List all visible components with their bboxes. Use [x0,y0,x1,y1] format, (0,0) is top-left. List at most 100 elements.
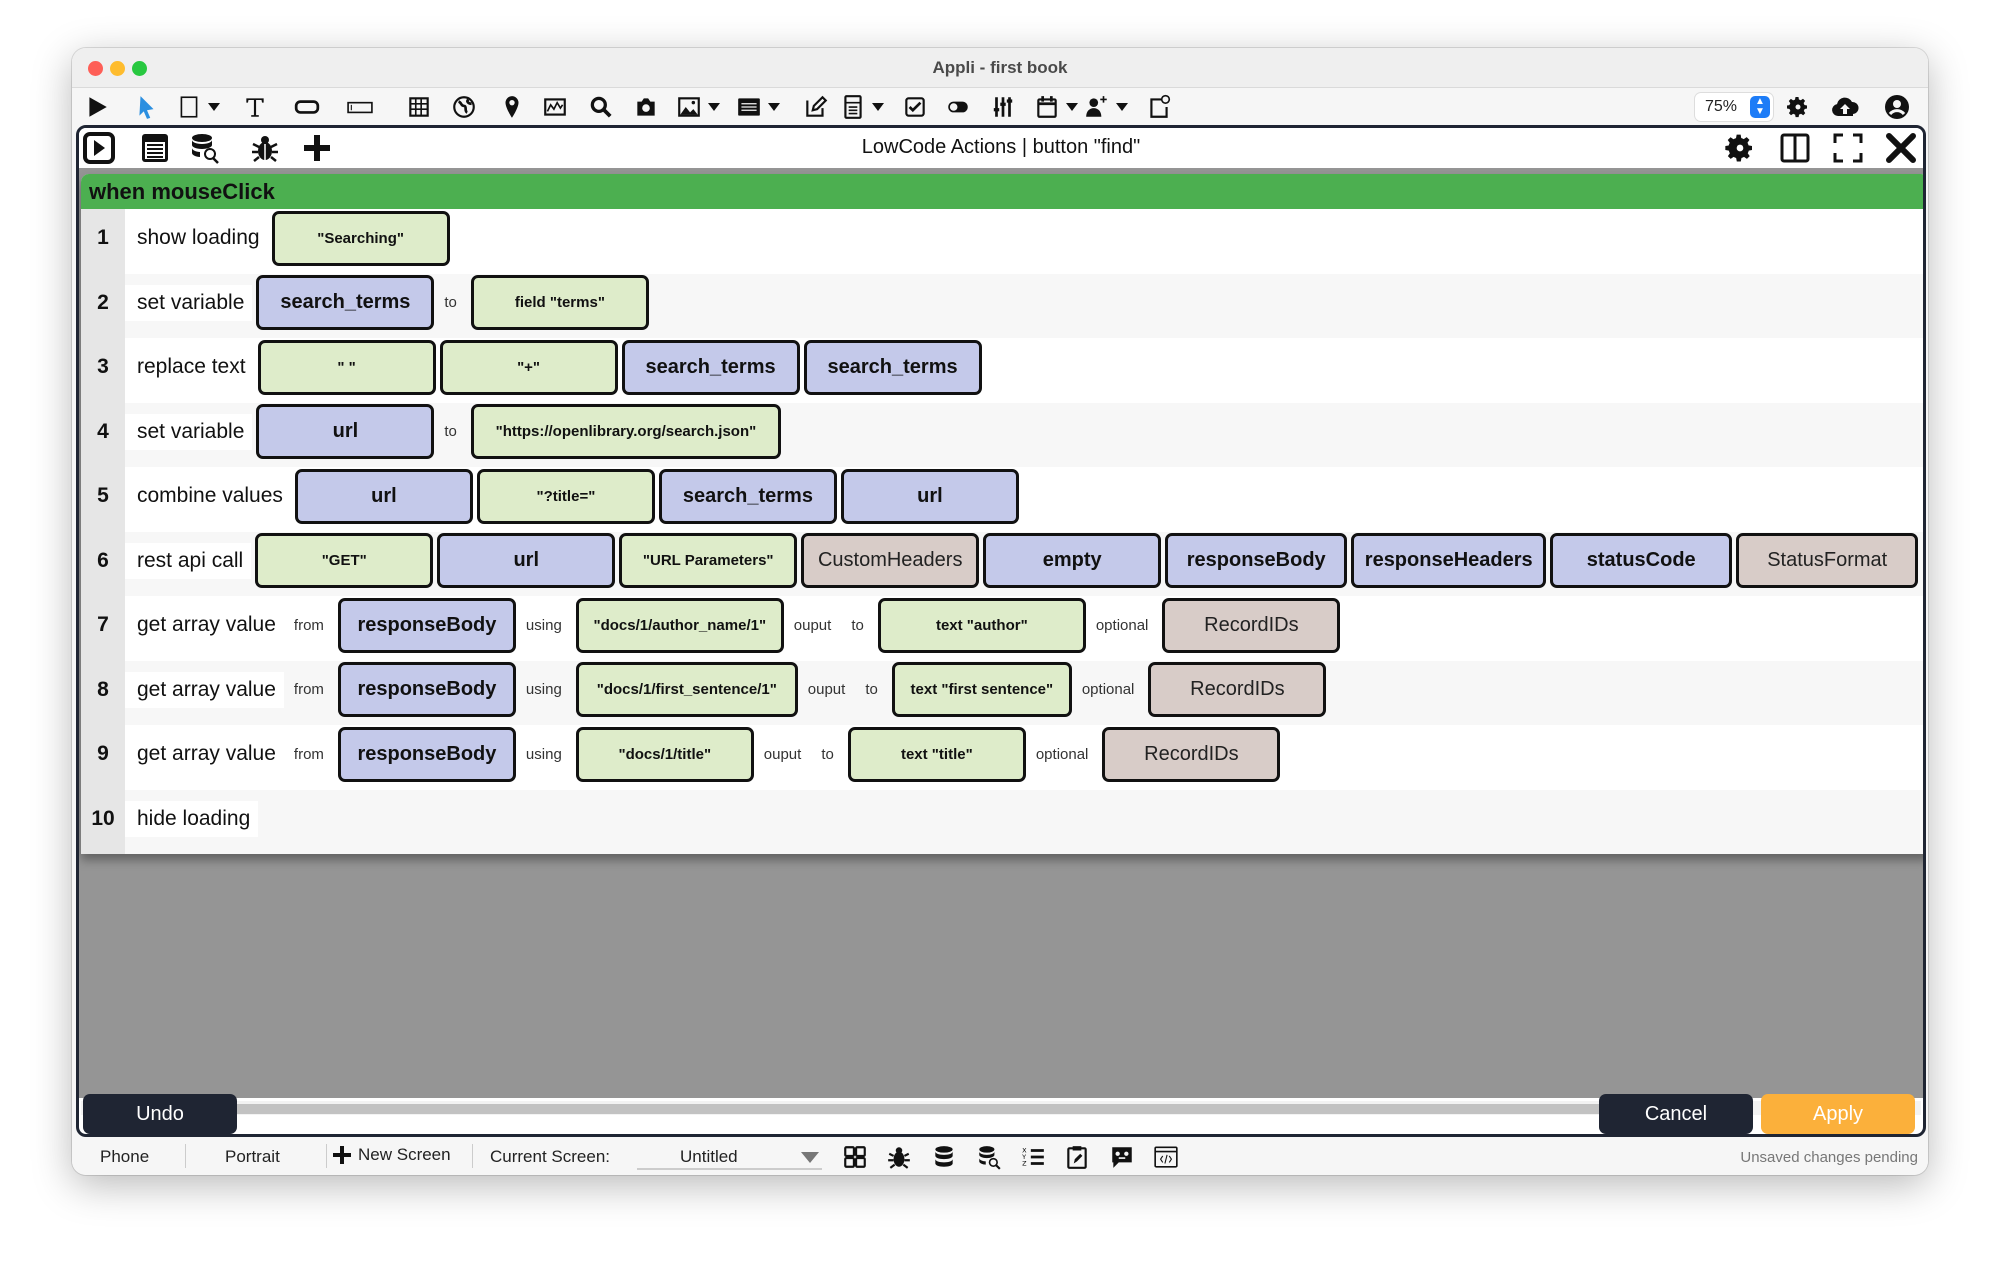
variable-block[interactable]: responseBody [337,662,516,718]
calendar-tool[interactable] [1034,93,1078,121]
split-view-icon[interactable] [1779,132,1811,164]
variable-block[interactable]: search_terms [658,468,837,524]
new-screen-button[interactable]: New Screen [332,1145,451,1165]
caret-down-icon[interactable] [1066,103,1078,111]
edit-tool[interactable] [803,93,829,121]
code-window-icon[interactable] [1153,1144,1179,1170]
keyword-label: ouput [793,616,832,634]
checkbox-tool[interactable] [902,93,928,121]
globe-tool[interactable] [451,93,477,121]
rectangle-tool[interactable] [176,93,220,121]
sliders-tool[interactable] [990,93,1016,121]
toggle-tool[interactable] [945,93,971,121]
chat-bot-icon[interactable] [1109,1144,1135,1170]
apply-button[interactable]: Apply [1761,1094,1915,1134]
orientation-selector[interactable]: Portrait [225,1147,280,1167]
edit-icon [806,95,828,117]
account-icon[interactable] [1884,93,1910,121]
action-row[interactable]: 8 get array value from responseBody using "do… [81,660,1923,725]
play-tool[interactable] [84,93,110,121]
literal-block[interactable]: "?title=" [476,468,655,524]
scrollbar-thumb[interactable] [85,1104,1740,1114]
literal-block[interactable]: "docs/1/title" [575,726,754,782]
variable-block[interactable]: responseBody [337,597,516,653]
optional-block[interactable]: StatusFormat [1736,533,1919,589]
close-icon[interactable] [1885,132,1917,164]
action-row[interactable]: 7 get array value from responseBody using "do… [81,596,1923,661]
optional-block[interactable]: CustomHeaders [801,533,980,589]
variable-block[interactable]: search_terms [803,339,982,395]
gear-icon[interactable] [1724,132,1756,164]
variable-block[interactable]: statusCode [1550,533,1733,589]
action-row[interactable]: 3 replace text " " "+" search_terms search_te… [81,338,1923,403]
variable-block[interactable]: empty [983,533,1162,589]
search-tool[interactable] [588,93,614,121]
action-row[interactable]: 10 hide loading [81,789,1923,854]
variable-block[interactable]: responseBody [1165,533,1348,589]
list-tool[interactable] [736,93,780,121]
literal-block[interactable]: text "author" [877,597,1086,653]
database-icon[interactable] [931,1144,957,1170]
literal-block[interactable]: "docs/1/author_name/1" [575,597,784,653]
image-tool[interactable] [676,93,720,121]
variable-block[interactable]: search_terms [621,339,800,395]
cloud-upload-icon[interactable] [1830,93,1860,121]
camera-tool[interactable] [633,93,659,121]
pointer-tool[interactable] [134,93,160,121]
zoom-select[interactable]: 75% ▲ ▼ [1695,93,1773,121]
caret-down-icon[interactable] [708,103,720,111]
variable-block[interactable]: url [294,468,473,524]
literal-block[interactable]: " " [257,339,436,395]
input-field-tool[interactable] [347,93,373,121]
table-grid-tool[interactable] [406,93,432,121]
current-screen-select[interactable]: Untitled [637,1142,822,1170]
database-search-icon[interactable] [976,1144,1002,1170]
text-tool[interactable] [242,93,268,121]
action-row[interactable]: 4 set variable url to "https://openlibrary.o… [81,402,1923,467]
variable-block[interactable]: url [840,468,1019,524]
bug-icon[interactable] [886,1144,912,1170]
variable-block[interactable]: responseBody [337,726,516,782]
literal-block[interactable]: text "first sentence" [891,662,1072,718]
caret-down-icon[interactable] [872,103,884,111]
cancel-button[interactable]: Cancel [1599,1094,1753,1134]
caret-down-icon[interactable] [768,103,780,111]
notification-tool[interactable] [1146,93,1172,121]
sort-list-icon[interactable]: XYZ [1020,1144,1046,1170]
chart-tool[interactable] [542,93,568,121]
action-row[interactable]: 5 combine values url "?title=" search_terms u… [81,467,1923,532]
clipboard-edit-icon[interactable] [1064,1144,1090,1170]
action-row[interactable]: 2 set variable search_terms to field "terms" [81,273,1923,338]
components-grid-icon[interactable] [842,1144,868,1170]
action-row[interactable]: 6 rest api call "GET" url "URL Parameters" Cu… [81,531,1923,596]
caret-down-icon[interactable] [1116,103,1128,111]
map-pin-tool[interactable] [499,93,525,121]
literal-block[interactable]: "docs/1/first_sentence/1" [575,662,798,718]
button-shape-tool[interactable] [294,93,320,121]
add-user-tool[interactable] [1084,93,1128,121]
action-row[interactable]: 9 get array value from responseBody using "do… [81,725,1923,790]
literal-block[interactable]: "URL Parameters" [619,533,798,589]
variable-block[interactable]: url [437,533,616,589]
gear-icon[interactable] [1786,93,1810,121]
optional-block[interactable]: RecordIDs [1162,597,1341,653]
variable-block[interactable]: search_terms [256,275,435,331]
fullscreen-icon[interactable] [1832,132,1864,164]
form-tool[interactable] [840,93,884,121]
literal-block[interactable]: "https://openlibrary.org/search.json" [470,404,781,460]
literal-block[interactable]: "GET" [255,533,434,589]
literal-block[interactable]: "Searching" [271,210,450,266]
variable-block[interactable]: responseHeaders [1351,533,1547,589]
action-row[interactable]: 1 show loading "Searching" [81,209,1923,274]
optional-block[interactable]: RecordIDs [1102,726,1281,782]
device-selector[interactable]: Phone [100,1147,149,1167]
variable-block[interactable]: url [256,404,435,460]
undo-button[interactable]: Undo [83,1094,237,1134]
add-icon [333,1146,351,1164]
literal-block[interactable]: "+" [439,339,618,395]
zoom-stepper-icon[interactable]: ▲ ▼ [1750,96,1770,118]
literal-block[interactable]: text "title" [847,726,1026,782]
caret-down-icon[interactable] [208,103,220,111]
optional-block[interactable]: RecordIDs [1148,662,1327,718]
literal-block[interactable]: field "terms" [470,275,649,331]
